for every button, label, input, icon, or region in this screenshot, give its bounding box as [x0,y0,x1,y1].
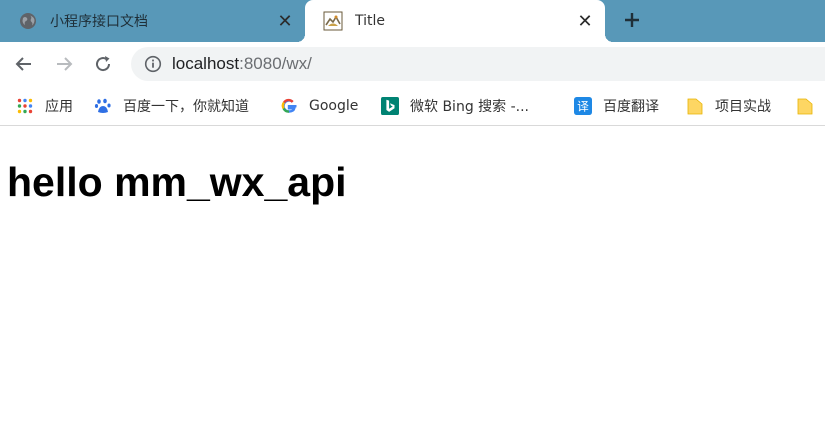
tab-title-active[interactable]: Title ✕ [297,0,613,42]
svg-text:译: 译 [577,99,589,113]
address-bar[interactable]: localhost:8080/wx/ [131,47,825,81]
bookmark-baidu[interactable]: 百度一下，你就知道 [94,86,249,125]
translate-icon: 译 [574,96,592,115]
url-host: localhost [172,54,240,73]
info-icon[interactable] [144,55,162,73]
bookmark-label: 微软 Bing 搜索 -... [410,98,530,115]
plus-icon [623,6,641,36]
bookmark-label: 百度翻译 [603,98,659,115]
folder-icon [686,97,704,115]
page-content: hello mm_wx_api [0,127,825,444]
bookmark-folder-projects[interactable]: 项目实战 [686,86,771,125]
folder-icon [796,97,814,115]
bookmark-google[interactable]: Google [280,86,358,125]
reload-button[interactable] [89,51,117,77]
tab-miniprogram-docs[interactable]: 小程序接口文档 ✕ [0,0,305,42]
forward-button[interactable] [50,51,78,77]
arrow-right-icon [57,57,73,71]
bookmark-apps[interactable]: 应用 [16,86,73,125]
bookmark-baidu-translate[interactable]: 译 百度翻译 [574,86,659,125]
url-path: :8080/wx/ [239,54,312,73]
close-icon[interactable]: ✕ [575,11,595,32]
tomcat-icon [323,11,343,31]
bookmark-bing[interactable]: 微软 Bing 搜索 -... [381,86,529,125]
bookmark-label: 应用 [45,98,73,115]
bookmark-label: Google [309,97,359,114]
google-icon [280,97,298,115]
tab-title: 小程序接口文档 [50,14,148,30]
globe-icon [18,11,38,31]
bookmark-label: 项目实战 [715,98,771,115]
bookmark-label: 百度一下，你就知道 [123,98,249,115]
navigation-toolbar: localhost:8080/wx/ [0,42,825,86]
page-heading: hello mm_wx_api [7,159,347,205]
arrow-left-icon [15,57,31,71]
baidu-paw-icon [94,97,112,115]
tab-title: Title [355,13,386,29]
bing-icon [381,96,399,115]
reload-icon [96,56,111,72]
apps-grid-icon [16,97,34,115]
url-text[interactable]: localhost:8080/wx/ [172,54,312,74]
back-button[interactable] [10,51,38,77]
new-tab-button[interactable] [618,8,646,34]
close-icon[interactable]: ✕ [275,11,295,32]
bookmarks-bar: 应用 百度一下，你就知道 Google 微软 Bing 搜索 -... 译 百度… [0,86,825,126]
tab-strip: 小程序接口文档 ✕ Title ✕ [0,0,825,42]
bookmark-folder[interactable] [796,86,825,125]
